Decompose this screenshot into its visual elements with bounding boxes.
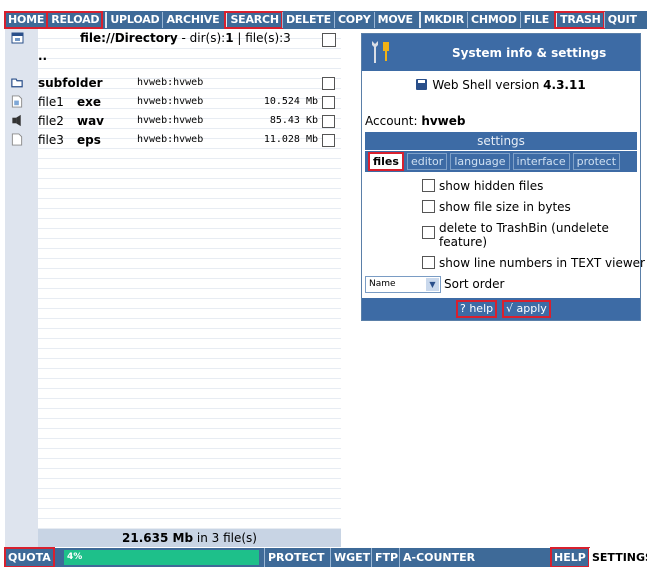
file-extension: wav <box>77 114 105 128</box>
document-file-icon <box>11 133 23 146</box>
tab-editor[interactable]: editor <box>406 153 448 170</box>
file-extension: eps <box>77 133 101 147</box>
file-size: 10.524 Mb <box>263 96 318 107</box>
directory-title: file://Directory - dir(s):1 | file(s):3 <box>80 29 291 47</box>
file-owner: hvweb:hvweb <box>137 115 204 126</box>
file-checkbox[interactable] <box>322 134 335 147</box>
dialog-header: System info & settings <box>362 34 640 71</box>
tools-icon <box>372 41 389 63</box>
tab-language[interactable]: language <box>450 153 510 170</box>
directory-prefix: file:// <box>80 31 115 45</box>
quota-button[interactable]: QUOTA <box>4 547 55 567</box>
save-disk-icon <box>416 79 428 90</box>
bottom-toolbar: QUOTA 4% PROTECT WGET FTP A-COUNTER HELP… <box>4 547 647 567</box>
file-owner: hvweb:hvweb <box>137 96 204 107</box>
file-checkbox[interactable] <box>322 115 335 128</box>
file-row-file1[interactable]: file1 exe hvweb:hvweb 10.524 Mb <box>5 93 341 111</box>
settings-header: settings <box>365 132 637 150</box>
file-name: subfolder <box>38 76 103 90</box>
option-label-continued: feature) <box>439 235 488 249</box>
exe-file-icon <box>11 95 23 108</box>
home-button[interactable]: HOME <box>3 11 49 29</box>
top-toolbar: HOME RELOAD UPLOAD ARCHIVE SEARCH DELETE… <box>0 0 647 29</box>
delete-button[interactable]: DELETE <box>281 12 334 28</box>
quit-button[interactable]: QUIT <box>603 12 640 28</box>
search-button[interactable]: SEARCH <box>224 11 283 29</box>
total-files: in 3 file(s) <box>193 531 257 545</box>
file-name: file2 <box>38 114 64 128</box>
version-label: Web Shell version <box>432 78 544 92</box>
file-checkbox[interactable] <box>322 77 335 90</box>
toolbar-strip: HOME RELOAD UPLOAD ARCHIVE SEARCH DELETE… <box>3 11 647 29</box>
tab-interface[interactable]: interface <box>512 153 570 170</box>
mkdir-button[interactable]: MKDIR <box>418 12 467 28</box>
reload-button[interactable]: RELOAD <box>46 11 104 29</box>
file-size: 85.43 Kb <box>269 115 318 126</box>
trash-button[interactable]: TRASH <box>554 11 605 29</box>
file-name: file1 <box>38 95 64 109</box>
chevron-down-icon[interactable]: ▼ <box>426 278 439 291</box>
directory-dirs-label: - dir(s): <box>177 31 226 45</box>
option-label: show hidden files <box>439 179 544 193</box>
archive-button[interactable]: ARCHIVE <box>162 12 222 28</box>
help-bottom-button[interactable]: HELP <box>550 547 590 567</box>
trash-checkbox[interactable] <box>422 226 435 239</box>
parent-directory-link[interactable]: .. <box>38 47 47 65</box>
wget-button[interactable]: WGET <box>330 548 373 567</box>
total-size: 21.635 Mb <box>122 531 194 545</box>
file-owner: hvweb:hvweb <box>137 77 204 88</box>
file-checkbox[interactable] <box>322 96 335 109</box>
chmod-button[interactable]: CHMOD <box>467 12 520 28</box>
file-row-file2[interactable]: file2 wav hvweb:hvweb 85.43 Kb <box>5 112 341 130</box>
protect-button[interactable]: PROTECT <box>264 548 327 567</box>
option-label: show file size in bytes <box>439 200 571 214</box>
option-label: delete to TrashBin (undelete <box>439 221 609 235</box>
dialog-footer: ? help √ apply <box>362 298 640 320</box>
line-numbers-checkbox[interactable] <box>422 256 435 269</box>
settings-tabs: files editor language interface protect <box>365 151 637 172</box>
sort-order-label: Sort order <box>444 277 505 291</box>
tab-files[interactable]: files <box>368 152 404 171</box>
account-label: Account: <box>365 114 422 128</box>
sort-order-select[interactable]: Name ▼ <box>365 276 441 293</box>
tree-icon[interactable] <box>11 32 24 44</box>
show-hidden-checkbox[interactable] <box>422 179 435 192</box>
account-name: hvweb <box>421 114 466 128</box>
audio-file-icon <box>12 114 21 127</box>
file-extension: exe <box>77 95 102 109</box>
file-row-subfolder[interactable]: subfolder hvweb:hvweb <box>5 74 341 92</box>
select-all-checkbox[interactable] <box>322 33 336 47</box>
tab-protect[interactable]: protect <box>572 153 621 170</box>
move-button[interactable]: MOVE <box>373 12 416 28</box>
a-counter-button[interactable]: A-COUNTER <box>399 548 478 567</box>
sort-order-value: Name <box>369 279 396 289</box>
settings-dialog: System info & settings Web Shell version… <box>361 33 645 321</box>
directory-file-count: | file(s):3 <box>233 31 291 45</box>
folder-icon <box>11 78 23 88</box>
ftp-button[interactable]: FTP <box>371 548 401 567</box>
upload-button[interactable]: UPLOAD <box>105 12 162 28</box>
quota-progress-bar <box>64 550 259 565</box>
version-number: 4.3.11 <box>543 78 586 92</box>
apply-button[interactable]: √ apply <box>502 300 551 318</box>
dialog-title: System info & settings <box>452 46 607 60</box>
help-button[interactable]: ? help <box>455 300 498 318</box>
option-label: show line numbers in TEXT viewer <box>439 256 645 270</box>
account-info: Account: hvweb <box>365 114 466 128</box>
file-panel-footer: 21.635 Mb in 3 file(s) <box>38 529 341 547</box>
file-panel: file://Directory - dir(s):1 | file(s):3 … <box>5 29 341 547</box>
file-size: 11.028 Mb <box>263 134 318 145</box>
copy-button[interactable]: COPY <box>333 12 374 28</box>
file-owner: hvweb:hvweb <box>137 134 204 145</box>
file-row-file3[interactable]: file3 eps hvweb:hvweb 11.028 Mb <box>5 131 341 149</box>
directory-dir-count: 1 <box>225 31 234 45</box>
file-button[interactable]: FILE <box>519 12 552 28</box>
directory-header: file://Directory - dir(s):1 | file(s):3 <box>5 29 341 47</box>
size-bytes-checkbox[interactable] <box>422 200 435 213</box>
directory-name: Directory <box>114 31 178 45</box>
settings-button[interactable]: SETTINGS <box>589 548 647 567</box>
quota-percent: 4% <box>67 552 83 562</box>
file-name: file3 <box>38 133 64 147</box>
version-info: Web Shell version 4.3.11 <box>362 78 640 92</box>
